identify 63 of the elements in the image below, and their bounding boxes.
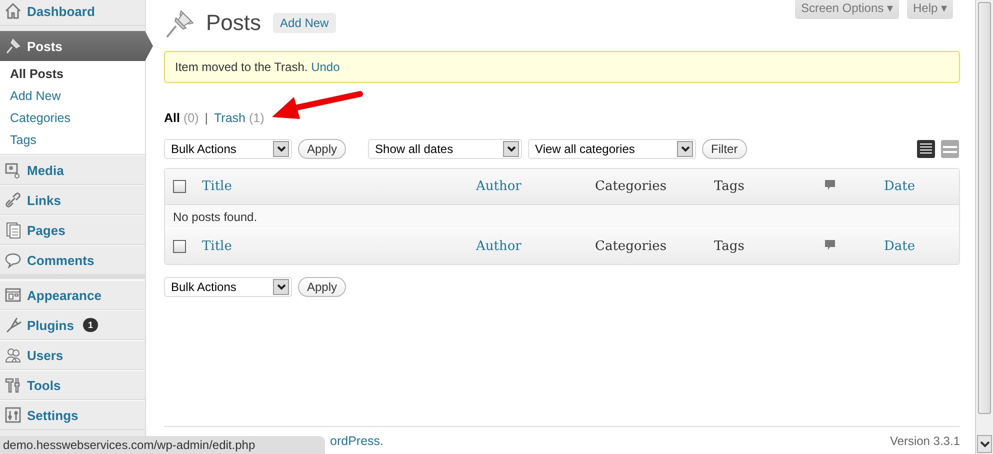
menu-item[interactable]: Plugins 1 — [0, 310, 145, 340]
scrollbar[interactable] — [975, 0, 993, 454]
column-header-link[interactable]: Author — [476, 179, 522, 194]
update-count: 1 — [82, 318, 98, 332]
notice-message: Item moved to the Trash. Undo — [164, 51, 960, 83]
users-icon — [4, 346, 22, 364]
plug-icon — [4, 316, 22, 334]
view-filter-link[interactable]: All (0) — [164, 111, 199, 125]
submenu-item[interactable]: All Posts — [0, 63, 145, 85]
pushpin-icon — [4, 37, 22, 55]
filter-button[interactable]: Filter — [702, 139, 747, 159]
column-header-link[interactable]: Author — [476, 239, 522, 254]
undo-link[interactable]: Undo — [311, 60, 340, 74]
menu-item[interactable]: Appearance — [0, 280, 145, 310]
comment-icon[interactable] — [824, 239, 836, 251]
column-header-link[interactable]: Date — [884, 179, 916, 194]
pages-icon — [4, 221, 22, 239]
apply-button[interactable]: Apply — [298, 139, 346, 159]
menu-item[interactable]: Dashboard — [0, 0, 145, 26]
footer-link[interactable]: ordPress. — [330, 434, 384, 448]
view-filter-link[interactable]: Trash (1) — [214, 111, 264, 125]
column-header-link[interactable]: Title — [202, 239, 232, 254]
view-separator: | — [204, 111, 208, 125]
apply-button[interactable]: Apply — [298, 277, 346, 297]
menu-item[interactable]: Posts — [0, 31, 153, 61]
menu-item[interactable]: Links — [0, 185, 145, 215]
speech-bubble-icon — [4, 251, 22, 269]
page-title: Posts — [206, 10, 262, 36]
dropdown[interactable]: Bulk Actions — [164, 139, 292, 159]
comment-icon[interactable] — [824, 179, 836, 191]
column-header-link[interactable]: Title — [202, 179, 232, 194]
chain-link-icon — [4, 191, 22, 209]
url-tooltip: demo.hesswebservices.com/wp-admin/edit.php — [0, 436, 325, 454]
sliders-icon — [4, 406, 22, 424]
submenu-item[interactable]: Tags — [0, 129, 145, 151]
submenu-item[interactable]: Add New — [0, 85, 145, 107]
version-text: Version 3.3.1 — [890, 434, 960, 448]
column-header: Categories — [595, 179, 666, 194]
column-header: Tags — [714, 179, 744, 194]
menu-item[interactable]: Users — [0, 340, 145, 370]
tools-icon — [4, 376, 22, 394]
dropdown[interactable]: Bulk Actions — [164, 277, 292, 297]
scroll-down-button[interactable] — [977, 435, 992, 453]
media-icon — [4, 161, 22, 179]
layout-icon — [4, 286, 22, 304]
empty-message: No posts found. — [173, 210, 258, 224]
menu-item[interactable]: Tools — [0, 370, 145, 400]
menu-item[interactable]: Media — [0, 155, 145, 185]
menu-item[interactable]: Pages — [0, 215, 145, 245]
add-new-button[interactable]: Add New — [273, 13, 336, 33]
dropdown[interactable]: View all categories — [528, 139, 696, 159]
column-header-link[interactable]: Date — [884, 239, 916, 254]
header-tab[interactable]: Help ▾ — [906, 0, 953, 19]
header-tab[interactable]: Screen Options ▾ — [794, 0, 899, 19]
dropdown[interactable]: Show all dates — [368, 139, 522, 159]
checkbox[interactable] — [173, 240, 186, 253]
column-header: Tags — [714, 239, 744, 254]
submenu-item[interactable]: Categories — [0, 107, 145, 129]
checkbox[interactable] — [173, 180, 186, 193]
home-icon — [4, 2, 22, 20]
menu-item[interactable]: Settings — [0, 400, 145, 430]
list-view-icon[interactable] — [916, 139, 936, 159]
column-header: Categories — [595, 239, 666, 254]
